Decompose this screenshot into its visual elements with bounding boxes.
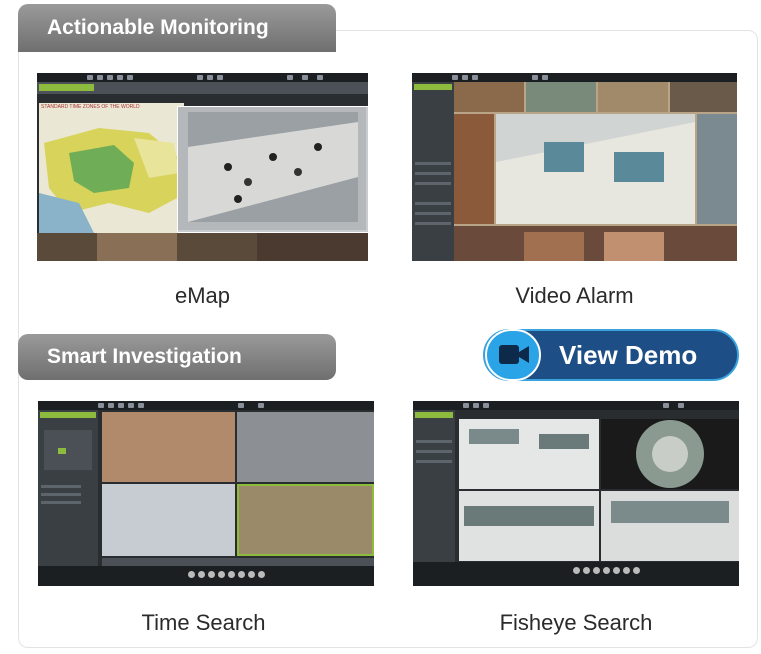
office-camera-icon <box>459 491 599 561</box>
video-camera-icon <box>485 329 541 381</box>
calendar <box>44 430 92 470</box>
camera-feed-icon <box>178 107 366 230</box>
app-toolbar <box>412 73 737 82</box>
playback-controls[interactable] <box>413 562 739 586</box>
caption-time-search: Time Search <box>141 610 266 635</box>
timeline[interactable] <box>102 558 374 566</box>
view-demo-button[interactable]: View Demo <box>483 329 739 381</box>
office-camera-icon <box>459 419 599 489</box>
section-title: Smart Investigation <box>47 345 242 368</box>
time-search-screenshot[interactable] <box>38 401 374 586</box>
caption-video-alarm: Video Alarm <box>515 283 634 308</box>
playback-controls[interactable] <box>38 566 374 586</box>
fisheye-search-screenshot[interactable] <box>413 401 739 586</box>
video-alarm-screenshot[interactable] <box>412 73 737 261</box>
app-toolbar <box>38 401 374 410</box>
map-caption: STANDARD TIME ZONES OF THE WORLD <box>41 104 140 110</box>
video-wall <box>454 82 737 261</box>
camera-popup <box>177 106 368 233</box>
emap-screenshot[interactable]: STANDARD TIME ZONES OF THE WORLD <box>37 73 368 261</box>
app-sidebar <box>413 410 455 586</box>
caption-emap: eMap <box>174 283 231 308</box>
fisheye-lens-icon <box>601 419 739 489</box>
view-demo-label: View Demo <box>559 340 698 370</box>
office-camera-icon <box>601 491 739 561</box>
section-header-investigation: Smart Investigation <box>18 334 336 380</box>
world-map <box>39 103 184 233</box>
section-title: Actionable Monitoring <box>47 16 269 39</box>
section-header-monitoring: Actionable Monitoring <box>18 4 336 52</box>
camera-grid-icon <box>454 82 737 261</box>
app-toolbar <box>37 73 368 82</box>
caption-fisheye-search: Fisheye Search <box>499 610 653 635</box>
app-sidebar <box>38 410 98 586</box>
app-sidebar <box>412 82 454 261</box>
app-toolbar <box>413 401 739 410</box>
map-icon <box>39 103 184 233</box>
